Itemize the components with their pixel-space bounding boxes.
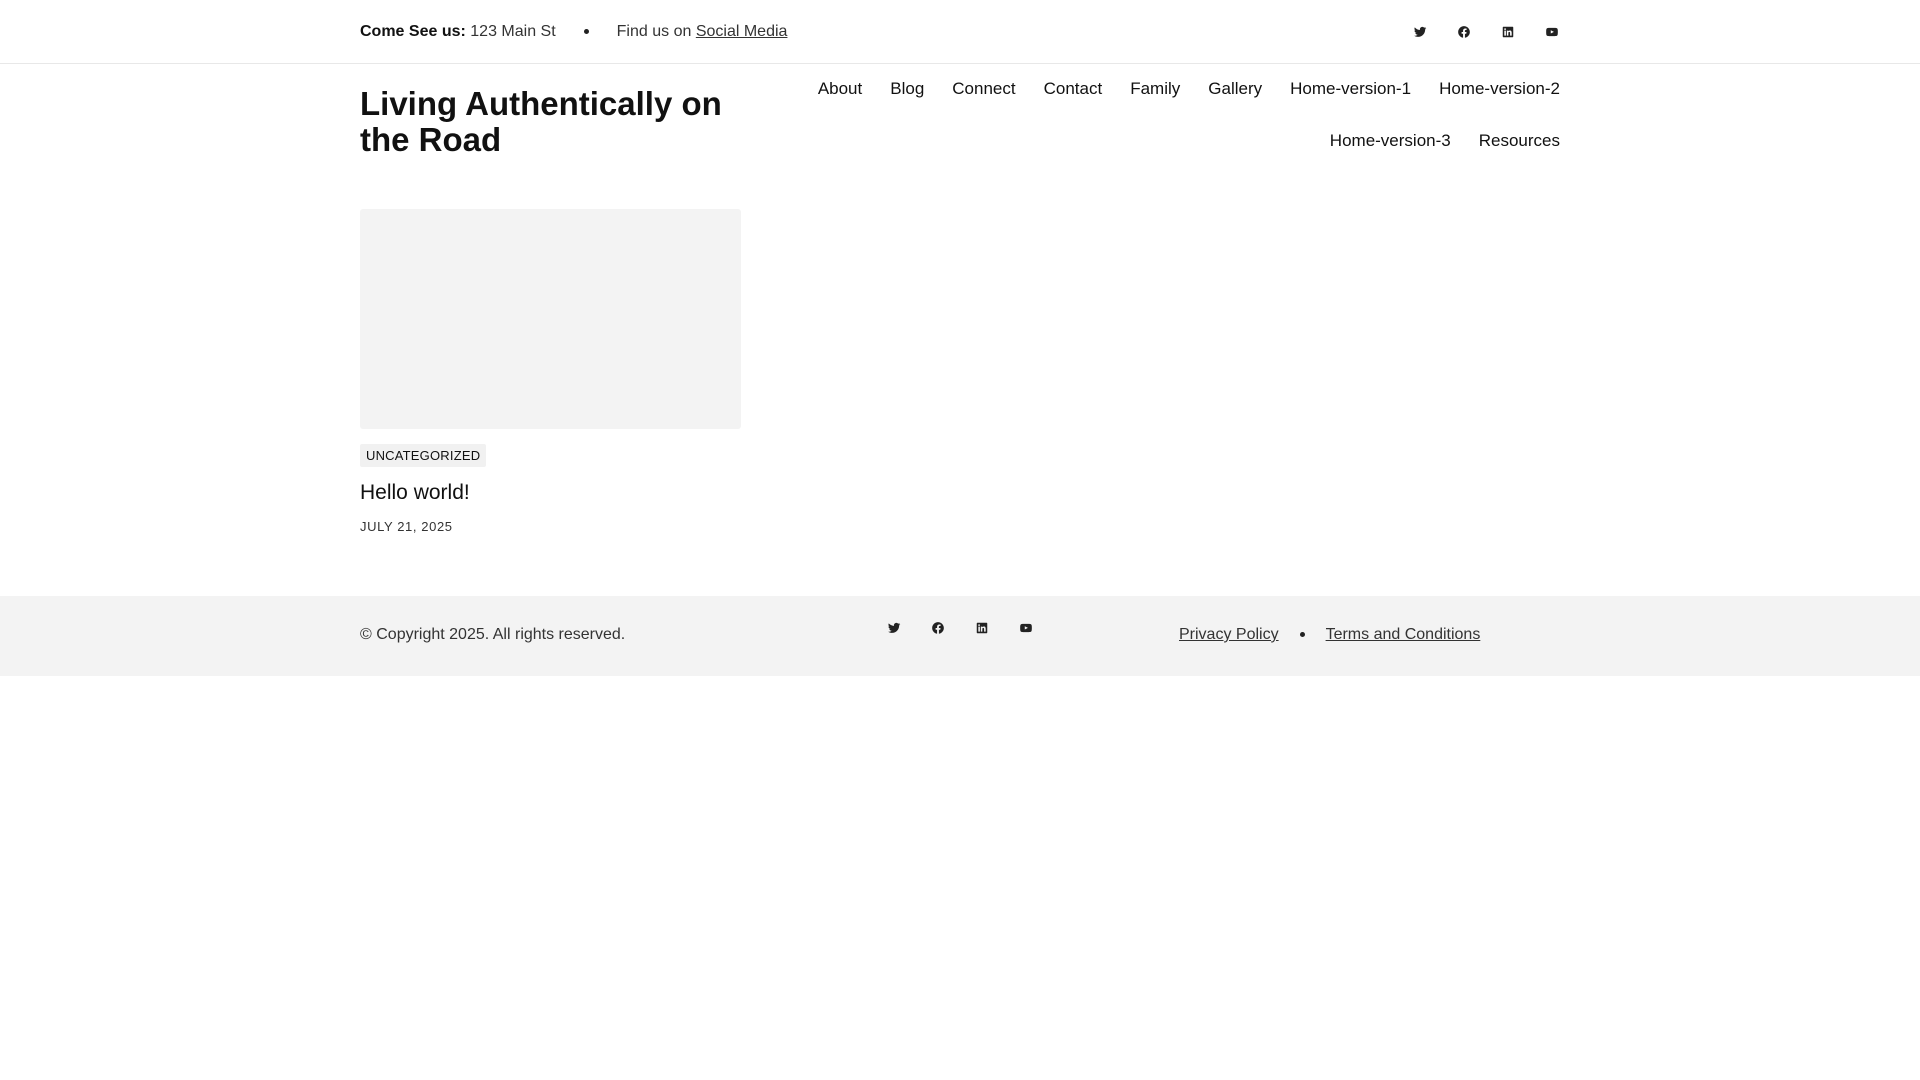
top-social-icons — [1412, 24, 1560, 40]
top-bar: Come See us: 123 Main St Find us on Soci… — [0, 0, 1920, 64]
terms-link[interactable]: Terms and Conditions — [1326, 626, 1481, 644]
footer-links: Privacy Policy Terms and Conditions — [1179, 626, 1480, 644]
twitter-icon[interactable] — [886, 620, 902, 636]
nav-item-blog[interactable]: Blog — [890, 79, 924, 99]
youtube-icon[interactable] — [1018, 620, 1034, 636]
nav-item-resources[interactable]: Resources — [1479, 131, 1560, 151]
linkedin-icon[interactable] — [1500, 24, 1516, 40]
address: Come See us: 123 Main St — [360, 23, 556, 41]
footer-social-icons — [886, 620, 1034, 636]
separator-dot — [1299, 631, 1305, 637]
copyright-text: © Copyright 2025. All rights reserved. — [360, 626, 626, 643]
post-date: JULY 21, 2025 — [360, 519, 453, 534]
nav-item-gallery[interactable]: Gallery — [1208, 79, 1262, 99]
nav-item-family[interactable]: Family — [1130, 79, 1180, 99]
linkedin-icon[interactable] — [974, 620, 990, 636]
social-prefix: Find us on — [616, 23, 692, 40]
privacy-policy-link[interactable]: Privacy Policy — [1179, 626, 1279, 644]
top-bar-content: Come See us: 123 Main St Find us on Soci… — [360, 0, 1560, 64]
nav-item-about[interactable]: About — [818, 79, 862, 99]
nav-item-home-version-1[interactable]: Home-version-1 — [1290, 79, 1411, 99]
nav-item-home-version-3[interactable]: Home-version-3 — [1330, 131, 1451, 151]
social-media-link[interactable]: Social Media — [696, 23, 788, 40]
post-title[interactable]: Hello world! — [360, 481, 741, 505]
nav-item-connect[interactable]: Connect — [952, 79, 1015, 99]
facebook-icon[interactable] — [930, 620, 946, 636]
site-title[interactable]: Living Authentically on the Road — [360, 86, 760, 158]
nav-item-home-version-2[interactable]: Home-version-2 — [1439, 79, 1560, 99]
nav-item-contact[interactable]: Contact — [1044, 79, 1103, 99]
post-category-badge[interactable]: UNCATEGORIZED — [360, 444, 487, 467]
separator-dot — [583, 28, 589, 34]
twitter-icon[interactable] — [1412, 24, 1428, 40]
main-nav: About Blog Connect Contact Family Galler… — [800, 79, 1560, 151]
youtube-icon[interactable] — [1544, 24, 1560, 40]
site-footer: © Copyright 2025. All rights reserved. P… — [0, 596, 1920, 676]
address-label: Come See us: — [360, 23, 466, 40]
social-text: Find us on Social Media — [617, 23, 788, 41]
address-value: 123 Main St — [470, 23, 556, 40]
post-thumbnail[interactable] — [360, 209, 741, 429]
post-card: UNCATEGORIZED Hello world! JULY 21, 2025 — [360, 209, 741, 534]
site-header: Living Authentically on the Road About B… — [360, 64, 1560, 194]
facebook-icon[interactable] — [1456, 24, 1472, 40]
